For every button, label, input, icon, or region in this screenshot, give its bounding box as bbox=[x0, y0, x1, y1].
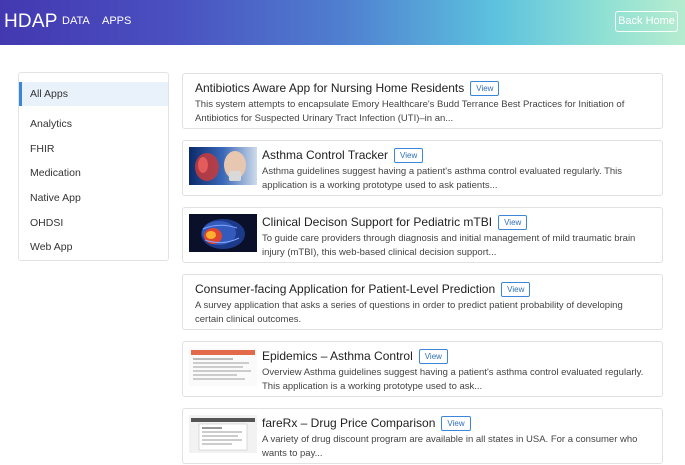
app-card-body: Asthma Control Tracker View Asthma guide… bbox=[262, 146, 654, 193]
app-card: Clinical Decison Support for Pediatric m… bbox=[182, 207, 663, 263]
sidebar-item-medication[interactable]: Medication bbox=[19, 161, 168, 186]
sidebar-item-web-app[interactable]: Web App bbox=[19, 235, 168, 260]
view-button[interactable]: View bbox=[418, 348, 448, 364]
app-description-line: certain clinical outcomes. bbox=[195, 314, 302, 325]
app-description: This system attempts to encapsulate Emor… bbox=[195, 98, 654, 126]
view-button[interactable]: View bbox=[394, 147, 424, 163]
app-card: fareRx – Drug Price Comparison View A va… bbox=[182, 408, 663, 464]
app-description: A variety of drug discount program are a… bbox=[262, 433, 654, 461]
app-card-body: Epidemics – Asthma Control View Overview… bbox=[262, 347, 654, 394]
brain-scan-image[interactable] bbox=[189, 214, 257, 252]
app-description: Overview Asthma guidelines suggest havin… bbox=[262, 366, 654, 394]
app-title[interactable]: fareRx – Drug Price Comparison bbox=[262, 416, 435, 430]
view-button[interactable]: View bbox=[470, 80, 500, 96]
app-card-body: Clinical Decison Support for Pediatric m… bbox=[262, 213, 654, 260]
app-description-line: A survey application that asks a series … bbox=[195, 300, 623, 311]
sidebar-item-analytics[interactable]: Analytics bbox=[19, 112, 168, 137]
app-description-line: injury (mTBI), this web-based clinical d… bbox=[262, 247, 497, 258]
app-card: Consumer-facing Application for Patient-… bbox=[182, 274, 663, 330]
category-sidebar: All Apps Analytics FHIR Medication Nativ… bbox=[18, 72, 169, 261]
app-description-line: application is a working prototype used … bbox=[262, 180, 498, 191]
app-description-line: This application is a working prototype … bbox=[262, 381, 483, 392]
app-card: Antibiotics Aware App for Nursing Home R… bbox=[182, 73, 663, 129]
nav-link-data[interactable]: DATA bbox=[62, 15, 90, 27]
app-description: A survey application that asks a series … bbox=[195, 299, 654, 327]
view-button[interactable]: View bbox=[501, 281, 531, 297]
app-title[interactable]: Consumer-facing Application for Patient-… bbox=[195, 282, 495, 296]
app-description-line: To guide care providers through diagnosi… bbox=[262, 233, 636, 244]
app-title[interactable]: Clinical Decison Support for Pediatric m… bbox=[262, 215, 492, 229]
app-description: To guide care providers through diagnosi… bbox=[262, 232, 654, 260]
app-description-line: A variety of drug discount program are a… bbox=[262, 434, 638, 445]
brand-logo[interactable]: HDAP bbox=[4, 11, 58, 33]
app-description-line: Asthma guidelines suggest having a patie… bbox=[262, 166, 623, 177]
app-card: Asthma Control Tracker View Asthma guide… bbox=[182, 140, 663, 196]
back-home-button[interactable]: Back Home bbox=[615, 11, 678, 32]
app-title[interactable]: Asthma Control Tracker bbox=[262, 148, 388, 162]
nav-link-apps[interactable]: APPS bbox=[102, 15, 131, 27]
sidebar-item-all-apps[interactable]: All Apps bbox=[19, 82, 168, 106]
sidebar-item-ohdsi[interactable]: OHDSI bbox=[19, 211, 168, 236]
app-screenshot-image[interactable] bbox=[189, 348, 257, 386]
asthma-lungs-image[interactable] bbox=[189, 147, 257, 185]
app-title[interactable]: Antibiotics Aware App for Nursing Home R… bbox=[195, 81, 464, 95]
app-description-line: This system attempts to encapsulate Emor… bbox=[195, 99, 625, 110]
view-button[interactable]: View bbox=[441, 415, 471, 431]
app-card-body: Antibiotics Aware App for Nursing Home R… bbox=[195, 79, 654, 126]
app-card-body: fareRx – Drug Price Comparison View A va… bbox=[262, 414, 654, 461]
app-title[interactable]: Epidemics – Asthma Control bbox=[262, 349, 413, 363]
app-description: Asthma guidelines suggest having a patie… bbox=[262, 165, 654, 193]
app-description-line: Antibiotics for Suspected Urinary Tract … bbox=[195, 113, 454, 124]
sidebar-item-native-app[interactable]: Native App bbox=[19, 186, 168, 211]
app-screenshot-image[interactable] bbox=[189, 415, 257, 453]
app-description-line: wants to pay... bbox=[262, 448, 323, 459]
app-card-body: Consumer-facing Application for Patient-… bbox=[195, 280, 654, 327]
app-description-line: Overview Asthma guidelines suggest havin… bbox=[262, 367, 644, 378]
view-button[interactable]: View bbox=[498, 214, 528, 230]
app-card: Epidemics – Asthma Control View Overview… bbox=[182, 341, 663, 397]
sidebar-item-fhir[interactable]: FHIR bbox=[19, 137, 168, 162]
top-navbar: HDAP DATA APPS Back Home bbox=[0, 0, 685, 45]
